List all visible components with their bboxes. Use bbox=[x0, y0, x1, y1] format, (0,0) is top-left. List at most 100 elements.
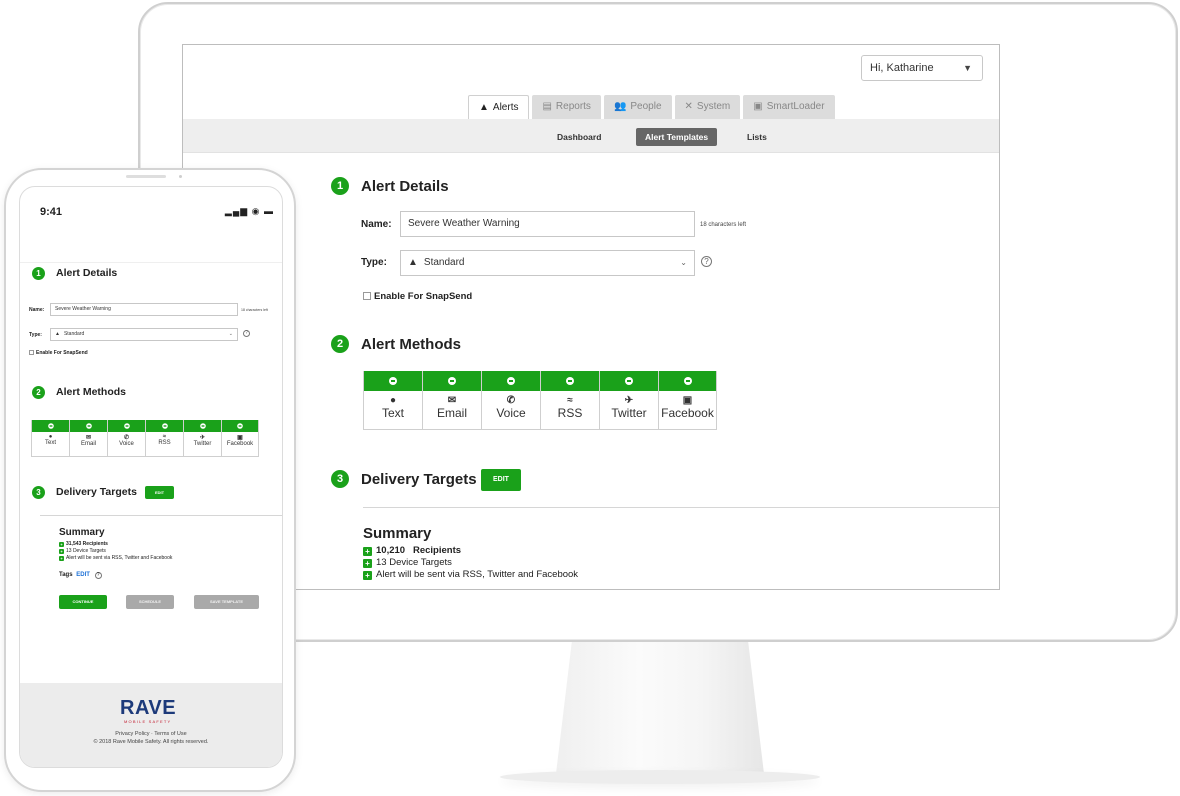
method-label: Facebook bbox=[226, 441, 254, 447]
save-template-button[interactable]: SAVE TEMPLATE bbox=[194, 595, 259, 609]
tab-smartloader[interactable]: ▣ SmartLoader bbox=[743, 95, 835, 119]
tab-reports[interactable]: ▤ Reports bbox=[532, 95, 601, 119]
plus-square-icon: + bbox=[59, 542, 64, 547]
method-voice[interactable]: ✆ Voice bbox=[481, 371, 540, 430]
twitter-icon: ✈ bbox=[624, 395, 634, 406]
remove-method-button[interactable] bbox=[32, 420, 69, 432]
remove-method-button[interactable] bbox=[108, 420, 145, 432]
help-icon[interactable]: ? bbox=[94, 572, 102, 579]
delivery-targets-edit-button[interactable]: EDIT bbox=[481, 469, 521, 491]
snapsend-checkbox-row[interactable]: Enable For SnapSend bbox=[363, 291, 472, 302]
user-menu-select[interactable]: Hi, Katharine ▼ bbox=[861, 55, 983, 81]
method-twitter[interactable]: ✈ Twitter bbox=[183, 420, 221, 457]
method-label: RSS bbox=[158, 440, 171, 446]
upload-icon: ▣ bbox=[753, 101, 763, 112]
subnav-lists[interactable]: Lists bbox=[738, 128, 776, 146]
step-2-badge: 2 bbox=[331, 335, 349, 353]
method-label: Voice bbox=[496, 406, 526, 420]
chat-bubble-icon: ● bbox=[389, 395, 397, 406]
alert-name-input[interactable]: Severe Weather Warning bbox=[50, 303, 238, 316]
footer-links[interactable]: Privacy Policy · Terms of Use bbox=[20, 731, 282, 737]
remove-method-button[interactable] bbox=[184, 420, 221, 432]
plus-square-icon: + bbox=[363, 571, 372, 580]
tab-system[interactable]: ✕ System bbox=[674, 95, 741, 119]
remove-method-button[interactable] bbox=[600, 371, 658, 391]
tools-icon: ✕ bbox=[684, 101, 693, 112]
plus-square-icon: + bbox=[363, 559, 372, 568]
delivery-targets-title: Delivery Targets bbox=[56, 486, 137, 498]
method-twitter[interactable]: ✈ Twitter bbox=[599, 371, 658, 430]
tab-people[interactable]: 👥 People bbox=[603, 95, 672, 119]
mobile-top-bar bbox=[20, 233, 282, 263]
alert-methods-grid: ● Text ✉ Email ✆ Voice ≈ RSS ✈ Twitter ▣… bbox=[31, 420, 259, 457]
tab-smartloader-label: SmartLoader bbox=[766, 101, 825, 112]
method-rss[interactable]: ≈ RSS bbox=[540, 371, 599, 430]
twitter-icon: ✈ bbox=[199, 435, 206, 441]
subnav-dashboard[interactable]: Dashboard bbox=[548, 128, 610, 146]
schedule-button[interactable]: SCHEDULE bbox=[126, 595, 174, 609]
sent-via-text: Alert will be sent via RSS, Twitter and … bbox=[66, 555, 173, 561]
type-label: Type: bbox=[29, 332, 42, 338]
minus-circle-icon bbox=[161, 423, 168, 429]
method-text[interactable]: ● Text bbox=[363, 371, 422, 430]
alert-type-select[interactable]: ▲ Standard ⌄ bbox=[50, 328, 238, 341]
rss-icon: ≈ bbox=[567, 395, 573, 406]
snapsend-checkbox[interactable] bbox=[29, 350, 34, 355]
method-facebook[interactable]: ▣ Facebook bbox=[658, 371, 717, 430]
help-icon[interactable]: ? bbox=[701, 256, 712, 267]
facebook-icon: ▣ bbox=[237, 435, 243, 441]
summary-sent-via: + Alert will be sent via RSS, Twitter and… bbox=[363, 569, 578, 580]
minus-circle-icon bbox=[566, 377, 574, 385]
remove-method-button[interactable] bbox=[146, 420, 183, 432]
facebook-icon: ▣ bbox=[682, 395, 693, 406]
tab-people-label: People bbox=[630, 101, 662, 112]
sub-navigation: Dashboard Alert Templates Lists bbox=[183, 119, 999, 153]
envelope-icon: ✉ bbox=[447, 395, 457, 406]
delivery-targets-title: Delivery Targets bbox=[361, 471, 477, 488]
method-facebook[interactable]: ▣ Facebook bbox=[221, 420, 259, 457]
summary-sent-via: + Alert will be sent via RSS, Twitter and… bbox=[59, 555, 172, 561]
desktop-app-screen: Hi, Katharine ▼ ▲ Alerts ▤ Reports 👥 People… bbox=[182, 44, 1000, 590]
characters-left-hint: 18 characters left bbox=[241, 308, 268, 312]
warning-icon: ▲ bbox=[479, 102, 489, 113]
delivery-targets-edit-button[interactable]: EDIT bbox=[145, 486, 174, 499]
tab-reports-label: Reports bbox=[555, 101, 591, 112]
continue-button[interactable]: CONTINUE bbox=[59, 595, 107, 609]
remove-method-button[interactable] bbox=[541, 371, 599, 391]
characters-left-hint: 18 characters left bbox=[700, 222, 747, 228]
remove-method-button[interactable] bbox=[70, 420, 107, 432]
tags-row: Tags EDIT ? bbox=[59, 572, 102, 579]
method-rss[interactable]: ≈ RSS bbox=[145, 420, 183, 457]
method-label: Twitter bbox=[611, 406, 647, 420]
alert-name-input[interactable]: Severe Weather Warning bbox=[400, 211, 695, 237]
method-label: Email bbox=[80, 441, 96, 447]
remove-method-button[interactable] bbox=[423, 371, 481, 391]
device-targets-text: 13 Device Targets bbox=[66, 548, 106, 554]
rave-logo: RAVE bbox=[120, 697, 177, 719]
snapsend-checkbox[interactable] bbox=[363, 292, 371, 300]
snapsend-checkbox-row[interactable]: Enable For SnapSend bbox=[29, 350, 88, 356]
minus-circle-icon bbox=[389, 377, 397, 385]
plus-square-icon: + bbox=[363, 547, 372, 556]
minus-circle-icon bbox=[507, 377, 515, 385]
remove-method-button[interactable] bbox=[364, 371, 422, 391]
method-email[interactable]: ✉ Email bbox=[69, 420, 107, 457]
method-email[interactable]: ✉ Email bbox=[422, 371, 481, 430]
remove-method-button[interactable] bbox=[482, 371, 540, 391]
method-text[interactable]: ● Text bbox=[31, 420, 69, 457]
help-icon[interactable]: ? bbox=[243, 330, 250, 337]
people-icon: 👥 bbox=[613, 101, 627, 112]
alert-type-select[interactable]: ▲ Standard ⌄ bbox=[400, 250, 695, 276]
envelope-icon: ✉ bbox=[85, 435, 92, 441]
summary-recipients: +31,543 Recipients bbox=[59, 541, 108, 547]
tags-edit-link[interactable]: EDIT bbox=[76, 572, 90, 578]
method-label: Text bbox=[44, 440, 56, 446]
tab-alerts[interactable]: ▲ Alerts bbox=[468, 95, 530, 119]
subnav-alert-templates[interactable]: Alert Templates bbox=[636, 128, 718, 146]
minus-circle-icon bbox=[625, 377, 633, 385]
summary-device-targets: +13 Device Targets bbox=[363, 557, 452, 568]
method-voice[interactable]: ✆ Voice bbox=[107, 420, 145, 457]
remove-method-button[interactable] bbox=[659, 371, 716, 391]
remove-method-button[interactable] bbox=[222, 420, 258, 432]
alert-type-value: Standard bbox=[63, 331, 85, 337]
